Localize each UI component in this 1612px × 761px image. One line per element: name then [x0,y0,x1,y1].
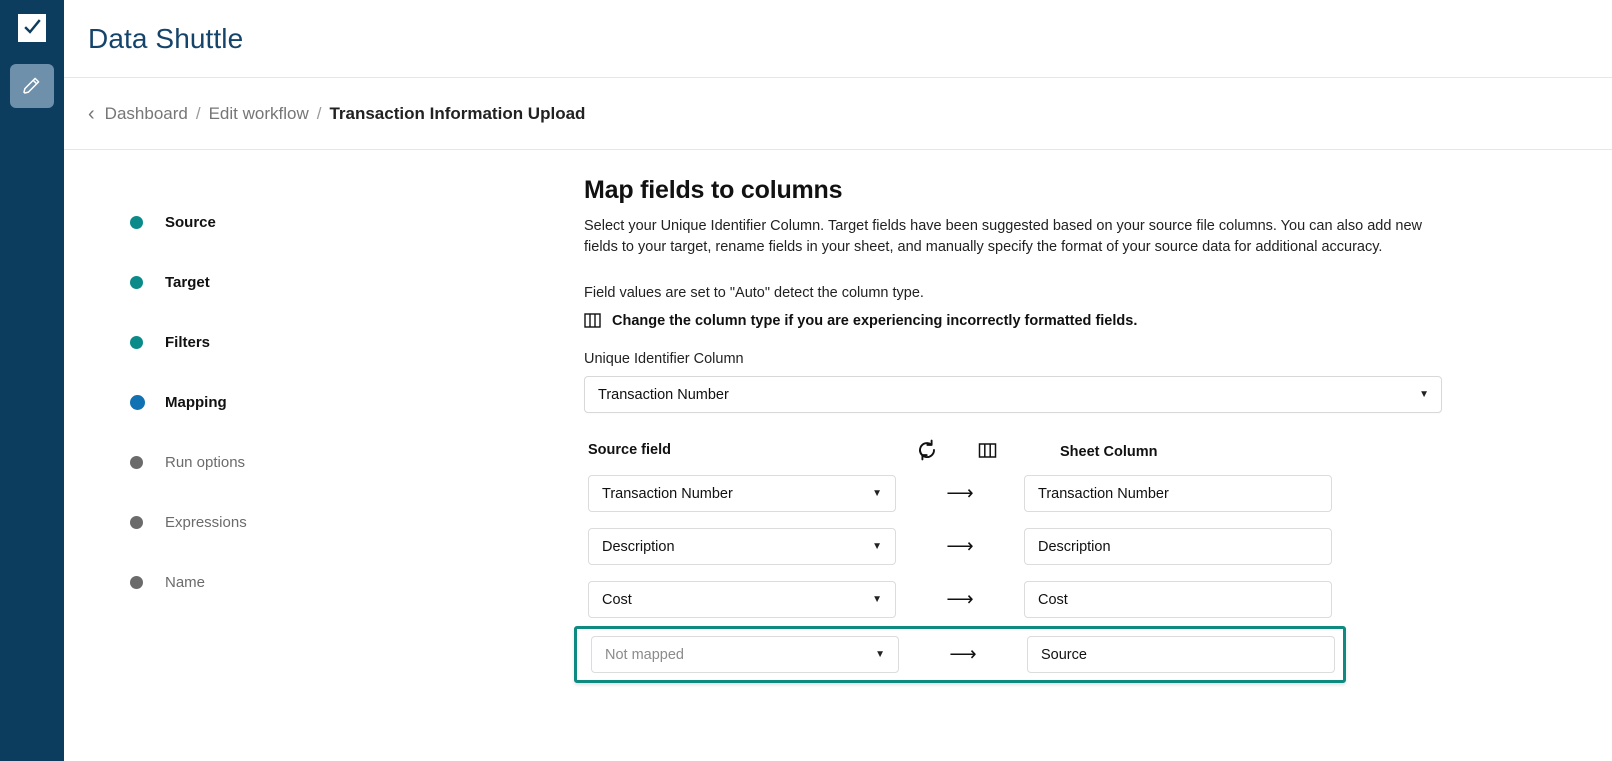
sidebar-item-mapping[interactable]: Mapping [130,372,584,432]
sheet-column-value: Cost [1038,591,1068,608]
source-field-select[interactable]: Description ▼ [588,528,896,566]
content-area: Source Target Filters Mapping Run option… [64,150,1612,761]
column-type-hint-text: Change the column type if you are experi… [612,312,1138,329]
step-dot-icon [130,275,143,289]
sheet-column-header: Sheet Column [1060,443,1158,460]
data-shuttle-page: Data Shuttle ‹ Dashboard / Edit workflow… [0,0,1612,761]
table-row: Description ▼ ⟶ Description [584,520,1464,573]
step-label: Name [165,573,206,591]
checkbox-check-icon[interactable] [18,14,46,42]
chevron-down-icon: ▼ [872,540,882,552]
source-field-select[interactable]: Cost ▼ [588,581,896,619]
table-row: Cost ▼ ⟶ Cost [584,573,1464,626]
step-dot-icon [130,394,145,410]
sidebar-item-name[interactable]: Name [130,552,584,612]
step-label: Run options [165,453,246,471]
sheet-column-input[interactable]: Source [1027,636,1335,674]
page-title: Data Shuttle [88,22,244,54]
step-label: Source [165,213,216,231]
source-field-select[interactable]: Not mapped ▼ [591,636,899,674]
breadcrumb-item-dashboard[interactable]: Dashboard [105,104,188,124]
sheet-column-input[interactable]: Cost [1024,581,1332,619]
step-dot-icon [130,575,143,589]
arrow-right-icon: ⟶ [949,644,977,666]
step-dot-icon [130,215,143,229]
columns-icon[interactable] [978,441,997,460]
unique-identifier-value: Transaction Number [598,386,729,403]
pencil-icon[interactable] [10,64,54,108]
chevron-down-icon: ▼ [875,648,885,660]
step-dot-icon [130,335,143,349]
sidebar-item-source[interactable]: Source [130,192,584,252]
sidebar-item-filters[interactable]: Filters [130,312,584,372]
breadcrumb-item-current: Transaction Information Upload [329,103,586,123]
chevron-down-icon: ▼ [872,487,882,499]
step-label: Target [165,273,210,291]
source-field-value: Description [602,538,675,555]
chevron-left-icon[interactable]: ‹ [88,104,95,124]
step-label: Mapping [165,393,227,411]
source-field-value: Cost [602,591,632,608]
breadcrumb-item-edit-workflow[interactable]: Edit workflow [209,104,309,124]
columns-icon [584,312,601,329]
breadcrumb-separator: / [195,103,201,123]
arrow-right-icon: ⟶ [946,536,974,558]
mapping-toolbar [906,439,997,461]
sheet-column-value: Source [1041,646,1087,663]
column-type-hint: Change the column type if you are experi… [584,312,1572,329]
step-label: Filters [165,333,211,351]
sidebar-item-run-options[interactable]: Run options [130,432,584,492]
title-bar: Data Shuttle [64,0,1612,78]
unique-identifier-select[interactable]: Transaction Number ▼ [584,376,1442,414]
step-dot-icon [130,515,143,529]
workflow-steps: Source Target Filters Mapping Run option… [64,150,584,761]
source-field-value: Not mapped [605,646,684,663]
breadcrumb-bar: ‹ Dashboard / Edit workflow / Transactio… [64,78,1612,150]
mapping-table-header: Source field Sheet Column [584,439,1444,461]
arrow-right-icon: ⟶ [946,589,974,611]
mapping-panel: Map fields to columns Select your Unique… [574,150,1612,761]
sheet-column-input[interactable]: Description [1024,528,1332,566]
section-title: Map fields to columns [584,176,843,204]
chevron-down-icon: ▼ [1419,388,1429,400]
refresh-icon[interactable] [916,439,938,461]
section-description: Select your Unique Identifier Column. Ta… [584,218,1423,255]
step-dot-icon [130,455,143,469]
breadcrumb: ‹ Dashboard / Edit workflow / Transactio… [88,104,585,124]
sidebar-item-target[interactable]: Target [130,252,584,312]
breadcrumb-separator: / [316,103,322,123]
unique-identifier-label: Unique Identifier Column [584,351,744,368]
source-field-header: Source field [588,442,671,459]
arrow-right-icon: ⟶ [946,483,974,505]
main-region: Data Shuttle ‹ Dashboard / Edit workflow… [64,0,1612,761]
mapping-rows: Transaction Number ▼ ⟶ Transaction Numbe… [574,467,1464,684]
sidebar-item-expressions[interactable]: Expressions [130,492,584,552]
auto-detect-note: Field values are set to "Auto" detect th… [584,285,924,302]
sheet-column-value: Transaction Number [1038,485,1169,502]
table-row-highlighted: Not mapped ▼ ⟶ Source [574,626,1346,684]
table-row: Transaction Number ▼ ⟶ Transaction Numbe… [584,467,1464,520]
chevron-down-icon: ▼ [872,593,882,605]
source-field-select[interactable]: Transaction Number ▼ [588,475,896,513]
global-nav-rail [0,0,64,761]
source-field-value: Transaction Number [602,485,733,502]
step-label: Expressions [165,513,247,531]
sheet-column-input[interactable]: Transaction Number [1024,475,1332,513]
sheet-column-value: Description [1038,538,1111,555]
